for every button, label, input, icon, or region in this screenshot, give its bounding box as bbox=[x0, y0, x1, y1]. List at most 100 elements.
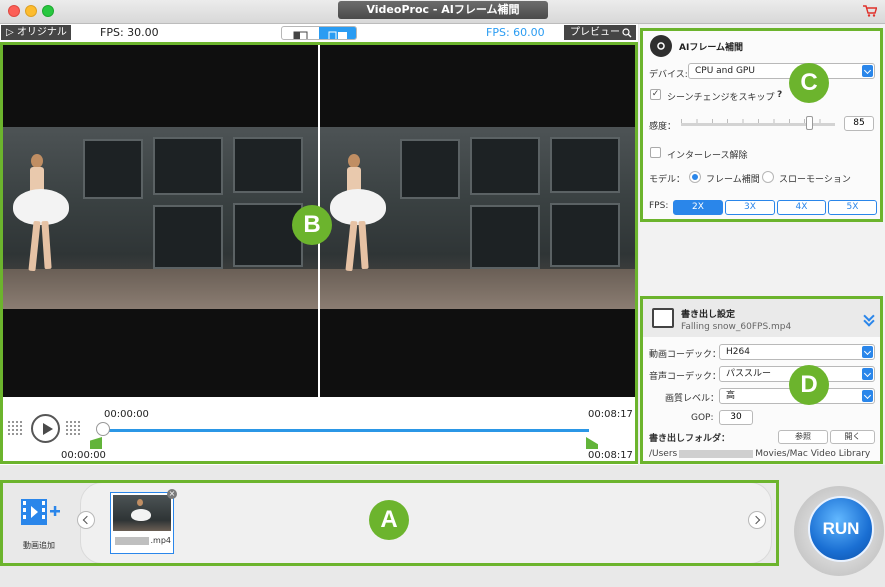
sensitivity-value[interactable]: 85 bbox=[844, 116, 874, 131]
playback-controls: 00:00:00 00:08:17 00:00:00 00:08:17 bbox=[0, 398, 638, 464]
close-window-button[interactable] bbox=[8, 5, 20, 17]
chevron-down-icon bbox=[862, 368, 873, 380]
playhead-handle[interactable] bbox=[96, 422, 110, 436]
scroll-left-button[interactable] bbox=[77, 511, 95, 529]
clip-filename: .mp4 bbox=[150, 536, 171, 545]
clip-thumbnail[interactable]: × .mp4 bbox=[110, 489, 177, 554]
original-view-button[interactable]: ▷ オリジナル bbox=[1, 25, 71, 40]
model-label: モデル： bbox=[649, 175, 686, 185]
device-label: デバイス: bbox=[649, 70, 688, 80]
remove-clip-icon[interactable]: × bbox=[167, 489, 177, 499]
fps-2x-button[interactable]: 2X bbox=[673, 200, 723, 215]
clip-area: 動画追加 × .mp4 A RUN bbox=[0, 466, 885, 587]
run-button[interactable]: RUN bbox=[808, 496, 874, 562]
zoom-window-button[interactable] bbox=[42, 5, 54, 17]
model-interpolation-label: フレーム補間 bbox=[706, 175, 760, 185]
add-video-label: 動画追加 bbox=[23, 541, 55, 550]
redacted-path-segment bbox=[679, 449, 754, 458]
preview-button[interactable]: プレビュー bbox=[564, 25, 636, 40]
fps-3x-button[interactable]: 3X bbox=[725, 200, 775, 215]
video-codec-value: H264 bbox=[726, 347, 750, 357]
preview-toolbar: ▷ オリジナル FPS: 30.00 FPS: 60.00 プレビュー bbox=[0, 24, 638, 42]
quality-label: 画質レベル： bbox=[665, 394, 720, 404]
annotation-badge-c: C bbox=[789, 63, 829, 103]
dancer-figure bbox=[320, 127, 400, 309]
timeline-bar[interactable] bbox=[103, 429, 589, 432]
clip-preview-image bbox=[113, 495, 171, 531]
output-path: /Users Movies/Mac Video Library bbox=[649, 449, 870, 459]
split-view-icon[interactable] bbox=[319, 27, 356, 39]
skip-scene-label: シーンチェンジをスキップ bbox=[667, 93, 775, 103]
magnifier-icon bbox=[622, 28, 632, 38]
output-path-suffix: Movies/Mac Video Library bbox=[755, 449, 871, 459]
deinterlace-checkbox[interactable] bbox=[650, 147, 661, 158]
export-settings-panel: 書き出し設定 Falling snow_60FPS.mp4 動画コーデック： H… bbox=[643, 299, 882, 462]
export-settings-icon bbox=[652, 308, 674, 328]
next-frame-dots-icon[interactable] bbox=[65, 420, 81, 436]
preview-pane: ▷ オリジナル FPS: 30.00 FPS: 60.00 プレビュー B 00… bbox=[0, 24, 638, 465]
cart-icon[interactable] bbox=[863, 5, 877, 17]
video-codec-label: 動画コーデック： bbox=[649, 350, 722, 360]
model-interpolation-radio[interactable] bbox=[689, 171, 701, 183]
trim-end-time: 00:08:17 bbox=[588, 450, 633, 461]
export-panel-header[interactable]: 書き出し設定 Falling snow_60FPS.mp4 bbox=[643, 299, 882, 337]
fps-multiplier-label: FPS: bbox=[649, 201, 669, 211]
original-frame bbox=[3, 127, 318, 309]
deinterlace-label: インターレース解除 bbox=[667, 151, 748, 161]
window-title: VideoProc - AIフレーム補間 bbox=[338, 1, 548, 19]
trim-start-time: 00:00:00 bbox=[61, 450, 106, 461]
chevron-down-icon bbox=[862, 346, 873, 358]
current-time: 00:00:00 bbox=[104, 409, 149, 420]
output-filename: Falling snow_60FPS.mp4 bbox=[681, 322, 792, 332]
device-select[interactable]: CPU and GPU bbox=[688, 63, 875, 79]
chevron-down-icon bbox=[862, 390, 873, 402]
output-path-prefix: /Users bbox=[649, 449, 678, 459]
open-folder-button[interactable]: 開く bbox=[830, 430, 875, 444]
end-time-top: 00:08:17 bbox=[588, 409, 633, 420]
chevron-down-icon bbox=[862, 65, 873, 77]
sensitivity-label: 感度： bbox=[649, 122, 677, 132]
browse-button[interactable]: 参照 bbox=[778, 430, 828, 444]
dancer-figure bbox=[3, 127, 83, 309]
audio-codec-value: パススルー bbox=[726, 369, 772, 379]
output-folder-label: 書き出しフォルダ： bbox=[649, 434, 731, 444]
annotation-badge-d: D bbox=[789, 365, 829, 405]
help-icon[interactable]: ? bbox=[777, 90, 782, 100]
gop-label: GOP: bbox=[691, 413, 714, 423]
view-mode-toggle[interactable] bbox=[281, 26, 357, 40]
video-codec-select[interactable]: H264 bbox=[719, 344, 875, 360]
audio-codec-label: 音声コーデック： bbox=[649, 372, 722, 382]
model-slowmotion-label: スローモーション bbox=[779, 175, 851, 185]
prev-frame-dots-icon[interactable] bbox=[7, 420, 23, 436]
trim-start-handle[interactable] bbox=[90, 437, 102, 449]
gop-input[interactable]: 30 bbox=[719, 410, 753, 425]
fps-5x-button[interactable]: 5X bbox=[828, 200, 877, 215]
device-value: CPU and GPU bbox=[695, 66, 755, 76]
original-fps-readout: FPS: 30.00 bbox=[100, 26, 159, 39]
ai-interpolation-panel: AIフレーム補間 デバイス: CPU and GPU ✓ シーンチェンジをスキッ… bbox=[643, 30, 882, 221]
clip-tray bbox=[80, 482, 772, 564]
annotation-badge-b: B bbox=[292, 205, 332, 245]
model-slowmotion-radio[interactable] bbox=[762, 171, 774, 183]
settings-pane: AIフレーム補間 デバイス: CPU and GPU ✓ シーンチェンジをスキッ… bbox=[639, 24, 885, 465]
preview-fps-readout: FPS: 60.00 bbox=[486, 26, 545, 39]
ai-panel-title: AIフレーム補間 bbox=[679, 43, 744, 53]
trim-end-handle[interactable] bbox=[586, 437, 598, 449]
video-preview: B bbox=[3, 44, 635, 397]
skip-scene-checkbox[interactable]: ✓ bbox=[650, 89, 661, 100]
export-panel-title: 書き出し設定 bbox=[681, 310, 736, 320]
title-bar: VideoProc - AIフレーム補間 bbox=[0, 0, 885, 24]
sensitivity-slider-handle[interactable] bbox=[806, 116, 813, 130]
annotation-badge-a: A bbox=[369, 500, 409, 540]
preview-label: プレビュー bbox=[570, 27, 620, 38]
scroll-right-button[interactable] bbox=[748, 511, 766, 529]
fps-4x-button[interactable]: 4X bbox=[777, 200, 826, 215]
quality-value: 高 bbox=[726, 391, 736, 401]
add-video-icon bbox=[21, 499, 60, 525]
play-button[interactable] bbox=[31, 414, 60, 443]
processed-frame bbox=[320, 127, 635, 309]
add-video-button[interactable]: 動画追加 bbox=[15, 496, 63, 550]
single-view-icon[interactable] bbox=[282, 27, 319, 39]
minimize-window-button[interactable] bbox=[25, 5, 37, 17]
film-reel-icon bbox=[650, 35, 672, 57]
